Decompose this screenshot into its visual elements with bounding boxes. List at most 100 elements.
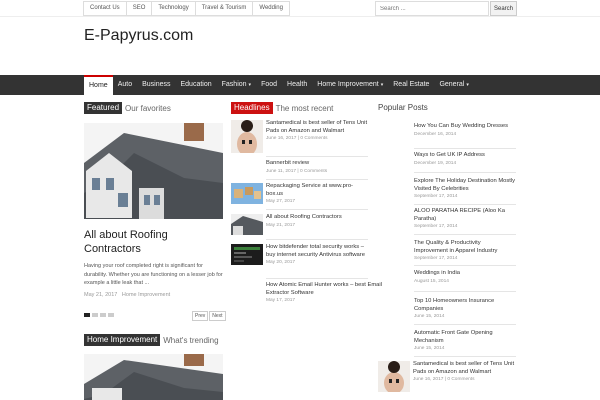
list-item[interactable]: How bitdefender total security works – b… <box>231 244 369 265</box>
home-improvement-image[interactable] <box>84 354 223 400</box>
featured-image[interactable] <box>84 123 223 219</box>
headline-meta: May 21, 2017 <box>266 222 296 228</box>
top-link-technology[interactable]: Technology <box>152 2 196 15</box>
headlines-subtitle: The most recent <box>275 103 334 113</box>
nav-label: Business <box>142 81 171 88</box>
headline-title[interactable]: How bitdefender total security works – b… <box>266 244 369 259</box>
nav-item-home[interactable]: Home <box>84 75 113 95</box>
top-link-travel[interactable]: Travel & Tourism <box>196 2 254 15</box>
featured-post-title[interactable]: All about Roofing Contractors <box>84 228 224 256</box>
slider-pager: Prev Next <box>192 311 226 321</box>
slider-dot[interactable] <box>92 313 98 317</box>
popular-title[interactable]: Top 10 Homeowners Insurance Companies <box>414 298 516 313</box>
back-icon <box>378 361 410 392</box>
top-link-seo[interactable]: SEO <box>127 2 153 15</box>
headline-title[interactable]: How Atomic Email Hunter works – best Ema… <box>266 282 404 297</box>
nav-label: Auto <box>117 81 133 88</box>
popular-title[interactable]: Explore The Holiday Destination Mostly V… <box>414 178 516 193</box>
nav-label: Education <box>180 81 212 88</box>
back-icon <box>231 120 263 153</box>
slider-dot[interactable] <box>84 313 90 317</box>
nav-item-fashion[interactable]: Fashion ▾ <box>217 75 256 95</box>
home-improvement-tag: Home Improvement <box>84 334 161 346</box>
headline-title[interactable]: Bannerbit review <box>266 160 404 168</box>
list-item[interactable]: All about Roofing Contractors May 21, 20… <box>231 214 369 235</box>
top-bar: Contact Us SEO Technology Travel & Touri… <box>0 0 600 17</box>
nav-item-business[interactable]: Business <box>137 75 175 95</box>
slider-dots <box>84 313 114 317</box>
popular-item[interactable]: Santamedical is best seller of Tens Unit… <box>378 361 518 392</box>
prev-button[interactable]: Prev <box>192 311 209 321</box>
search-button[interactable]: Search <box>490 1 517 16</box>
headline-meta: June 11, 2017 | 0 Comments <box>266 168 328 174</box>
nav-label: Food <box>261 81 278 88</box>
popular-title[interactable]: Weddings in India <box>414 270 516 278</box>
popular-title[interactable]: ALOO PARATHA RECIPE (Aloo Ka Paratha) <box>414 208 516 223</box>
popular-item[interactable]: The Quality & Productivity Improvement i… <box>414 240 516 261</box>
house-roof-icon <box>84 354 223 400</box>
top-link-contact[interactable]: Contact Us <box>84 2 127 15</box>
list-item[interactable]: Santamedical is best seller of Tens Unit… <box>231 120 369 153</box>
popular-title[interactable]: Ways to Get UK IP Address <box>414 152 516 160</box>
list-item[interactable]: Repackaging Service at www.pro-box.us Ma… <box>231 183 369 204</box>
boxes-icon <box>231 183 263 204</box>
popular-item[interactable]: ALOO PARATHA RECIPE (Aloo Ka Paratha) Se… <box>414 208 516 229</box>
featured-excerpt: Having your roof completed right is sign… <box>84 263 223 286</box>
popular-title[interactable]: Santamedical is best seller of Tens Unit… <box>413 361 518 376</box>
headline-title[interactable]: All about Roofing Contractors <box>266 214 369 222</box>
popular-date: December 19, 2014 <box>414 160 457 166</box>
next-button[interactable]: Next <box>209 311 226 321</box>
main-nav: Home Auto Business Education Fashion ▾ Fo… <box>0 75 600 95</box>
featured-tag: Featured <box>84 102 123 114</box>
divider <box>266 209 368 210</box>
headline-title[interactable]: Repackaging Service at www.pro-box.us <box>266 183 369 198</box>
chevron-down-icon: ▾ <box>380 82 384 88</box>
chevron-down-icon: ▾ <box>466 82 469 88</box>
nav-label: Health <box>287 81 308 88</box>
headlines-tag: Headlines <box>231 102 273 114</box>
slider-dot[interactable] <box>108 313 114 317</box>
popular-date: September 17, 2014 <box>414 256 458 261</box>
nav-item-health[interactable]: Health <box>282 75 312 95</box>
slider-dot[interactable] <box>100 313 106 317</box>
divider <box>266 278 368 279</box>
divider <box>414 148 516 149</box>
screen-icon <box>231 244 263 265</box>
roof-icon <box>231 214 263 235</box>
list-item[interactable]: Bannerbit review June 11, 2017 | 0 Comme… <box>266 160 404 174</box>
nav-item-general[interactable]: General ▾ <box>434 75 473 95</box>
nav-label: General <box>439 81 465 88</box>
nav-item-education[interactable]: Education <box>176 75 217 95</box>
featured-heading: Featured Our favorites <box>84 102 171 114</box>
divider <box>414 324 516 325</box>
divider <box>414 172 516 173</box>
home-improvement-subtitle: What's trending <box>163 335 219 345</box>
search-input[interactable] <box>375 1 489 16</box>
nav-item-auto[interactable]: Auto <box>113 75 137 95</box>
popular-title[interactable]: The Quality & Productivity Improvement i… <box>414 240 516 255</box>
headlines-heading: Headlines The most recent <box>231 102 333 114</box>
nav-item-food[interactable]: Food <box>256 75 282 95</box>
list-item[interactable]: How Atomic Email Hunter works – best Ema… <box>266 282 404 303</box>
popular-item[interactable]: Weddings in India August 15, 2014 <box>414 270 516 284</box>
popular-item[interactable]: Ways to Get UK IP Address December 19, 2… <box>414 152 516 166</box>
popular-item[interactable]: How You Can Buy Wedding Dresses December… <box>414 123 516 137</box>
house-roof-icon <box>84 123 223 219</box>
nav-item-real-estate[interactable]: Real Estate <box>388 75 434 95</box>
popular-item[interactable]: Automatic Front Gate Opening Mechanism J… <box>414 330 516 351</box>
popular-title[interactable]: Automatic Front Gate Opening Mechanism <box>414 330 516 345</box>
popular-item[interactable]: Top 10 Homeowners Insurance Companies Ju… <box>414 298 516 319</box>
popular-item[interactable]: Explore The Holiday Destination Mostly V… <box>414 178 516 199</box>
divider <box>414 234 516 235</box>
popular-date: December 16, 2014 <box>414 131 457 137</box>
top-link-wedding[interactable]: Wedding <box>253 2 289 15</box>
nav-label: Fashion <box>221 81 247 88</box>
site-title[interactable]: E-Papyrus.com <box>84 26 194 45</box>
chevron-down-icon: ▾ <box>248 82 252 88</box>
popular-posts-heading: Popular Posts <box>378 103 428 112</box>
headline-title[interactable]: Santamedical is best seller of Tens Unit… <box>266 120 369 135</box>
popular-date: September 17, 2014 <box>414 194 458 199</box>
popular-date: June 15, 2014 <box>414 314 445 319</box>
popular-title[interactable]: How You Can Buy Wedding Dresses <box>414 123 516 131</box>
nav-item-home-improvement[interactable]: Home Improvement ▾ <box>312 75 388 95</box>
